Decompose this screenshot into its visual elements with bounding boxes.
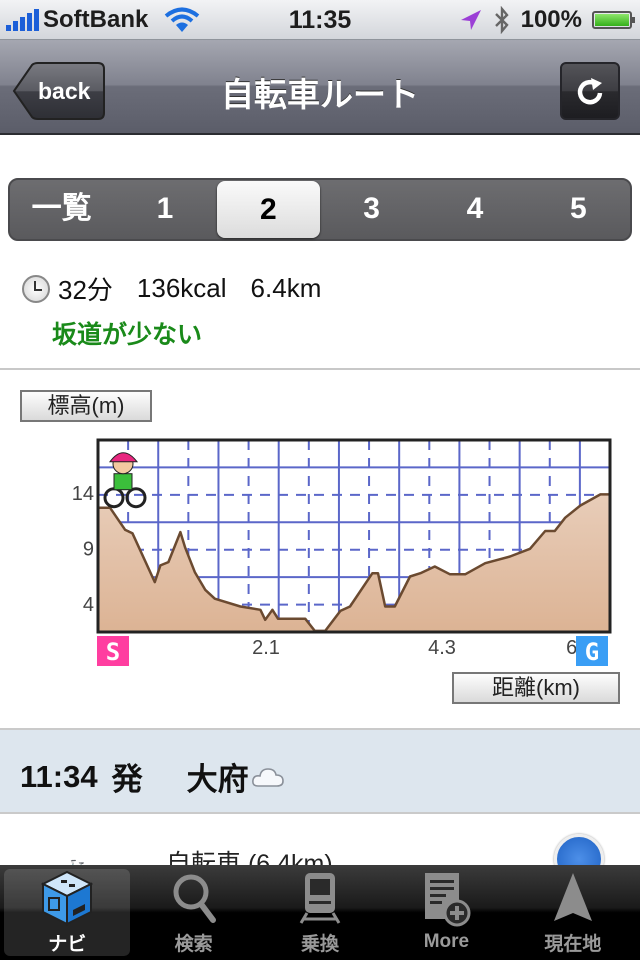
tab-transfer-label: 乗換: [301, 934, 340, 955]
route-step[interactable]: 🚲 自転車 (6.4km): [0, 816, 640, 866]
calories: 136kcal: [136, 273, 227, 303]
departure-info: 11:34 発 大府: [20, 754, 285, 799]
elevation-chart-svg: 49142.14.36.4SG: [72, 438, 612, 666]
battery-percent: 100%: [520, 6, 582, 33]
duration: 32分: [58, 275, 113, 305]
departure-suffix: 発: [111, 762, 143, 797]
segment-route-4[interactable]: 4: [423, 180, 526, 239]
distance: 6.4km: [250, 273, 322, 303]
y-tick-label: 14: [72, 483, 94, 505]
departure-station: 大府: [186, 762, 249, 797]
departure-time: 11:34: [20, 758, 98, 794]
elevation-chart: 標高(m) 49142.14.36.4SG 距離(km): [0, 372, 640, 726]
tab-navi-label: ナビ: [48, 934, 87, 955]
segment-route-2[interactable]: 2: [216, 181, 320, 238]
segment-list[interactable]: 一覧: [10, 180, 113, 239]
route-summary: 32分 136kcal 6.4km 坂道が少ない: [22, 270, 321, 351]
tab-transfer[interactable]: 乗換: [257, 869, 383, 956]
tab-search-label: 検索: [174, 934, 213, 955]
departure-header: 11:34 発 大府: [0, 728, 640, 814]
navi-cube-icon: [41, 870, 94, 926]
tab-current-location[interactable]: 現在地: [510, 869, 636, 956]
bicycle-mode-icon: 🚲: [62, 852, 92, 866]
location-arrow-icon: [460, 10, 481, 30]
page-title: 自転車ルート: [221, 76, 419, 113]
start-marker-label: S: [106, 638, 120, 666]
refresh-icon: [577, 78, 603, 105]
segment-route-3[interactable]: 3: [320, 180, 423, 239]
tab-more[interactable]: More: [383, 869, 509, 956]
cyclist-body: [113, 473, 133, 491]
divider: [0, 368, 640, 370]
route-selector: 一覧 1 2 3 4 5: [8, 178, 632, 241]
status-right: 100%: [459, 6, 635, 34]
x-tick-label: 2.1: [252, 637, 280, 659]
current-location-icon: [553, 873, 592, 921]
cloud-icon: [251, 767, 284, 787]
train-icon: [299, 873, 341, 924]
more-doc-plus-icon: [425, 873, 471, 927]
tab-more-label: More: [423, 931, 470, 952]
y-tick-label: 4: [83, 594, 94, 616]
tab-bar: ナビ 検索 乗換 More 現在地: [0, 865, 640, 960]
search-icon: [173, 874, 216, 923]
tab-current-location-label: 現在地: [544, 934, 602, 955]
tab-navi[interactable]: ナビ: [4, 869, 131, 956]
battery-fill: [595, 14, 629, 26]
bluetooth-icon: [494, 6, 509, 34]
segment-route-1[interactable]: 1: [113, 180, 216, 239]
navigation-bar: back 自転車ルート: [0, 40, 640, 135]
battery-icon: [592, 11, 635, 29]
summary-stats: 32分 136kcal 6.4km: [22, 270, 321, 307]
clock-icon: [22, 274, 50, 303]
bicycle-icon: [554, 834, 604, 866]
status-bar: SoftBank 11:35 100%: [0, 0, 640, 40]
goal-marker-label: G: [585, 638, 599, 666]
x-tick-label: 4.3: [428, 637, 456, 659]
y-tick-label: 9: [83, 539, 94, 561]
tab-search[interactable]: 検索: [130, 869, 256, 956]
segment-route-5[interactable]: 5: [527, 180, 630, 239]
refresh-button[interactable]: [560, 62, 620, 120]
route-note: 坂道が少ない: [52, 321, 203, 349]
step-label: 自転車 (6.4km): [166, 850, 333, 866]
x-axis-label: 距離(km): [452, 672, 620, 704]
